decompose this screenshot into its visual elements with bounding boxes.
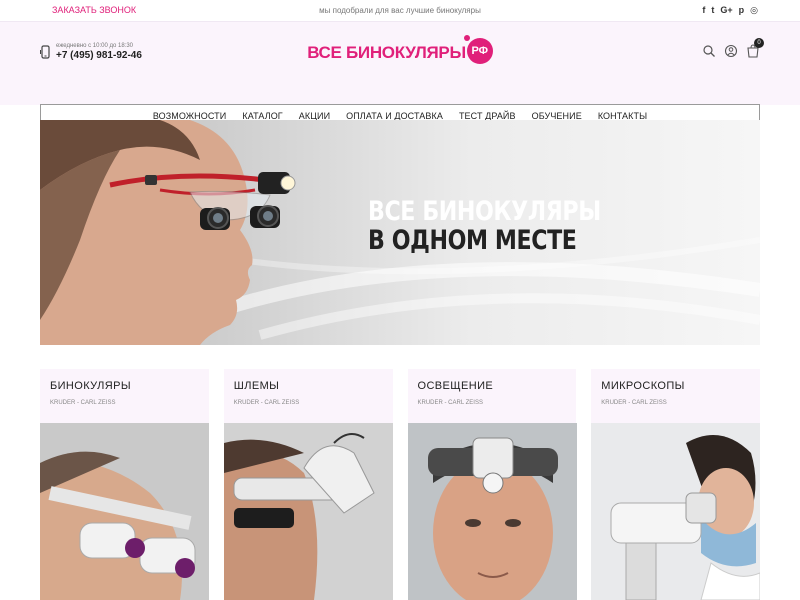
nav-item-payment-delivery[interactable]: ОПЛАТА И ДОСТАВКА bbox=[338, 111, 451, 121]
hero-line-2: В ОДНОМ МЕСТЕ bbox=[368, 225, 577, 256]
nav-item-promotions[interactable]: АКЦИИ bbox=[291, 111, 338, 121]
category-subtitle: KRUDER - CARL ZEISS bbox=[233, 400, 300, 406]
category-image bbox=[223, 423, 393, 600]
site-header: ежедневно с 10:00 до 18:30 +7 (495) 981-… bbox=[0, 22, 800, 127]
logo-rf-badge: РФ bbox=[466, 38, 493, 64]
tagline: мы подобрали для вас лучшие бинокуляры bbox=[319, 6, 481, 15]
user-icon[interactable] bbox=[724, 44, 738, 58]
logo-dot bbox=[463, 35, 470, 41]
category-subtitle: KRUDER - CARL ZEISS bbox=[50, 400, 116, 406]
category-grid: БИНОКУЛЯРЫ KRUDER - CARL ZEISS ШЛЕМЫ KRU… bbox=[40, 369, 761, 600]
search-icon[interactable] bbox=[702, 44, 716, 58]
category-card-lighting[interactable]: ОСВЕЩЕНИЕ KRUDER - CARL ZEISS bbox=[407, 369, 577, 600]
cart-count-badge: 0 bbox=[754, 38, 764, 48]
nav-item-features[interactable]: ВОЗМОЖНОСТИ bbox=[145, 111, 235, 121]
category-card-header: МИКРОСКОПЫ KRUDER - CARL ZEISS bbox=[591, 369, 760, 423]
top-bar: ЗАКАЗАТЬ ЗВОНОК мы подобрали для вас луч… bbox=[0, 0, 800, 22]
google-plus-icon[interactable]: G+ bbox=[720, 4, 732, 16]
category-card-microscopes[interactable]: МИКРОСКОПЫ KRUDER - CARL ZEISS bbox=[591, 369, 761, 600]
nav-item-training[interactable]: ОБУЧЕНИЕ bbox=[524, 111, 590, 121]
header-actions: 0 bbox=[702, 38, 764, 58]
logo-text: ВСЕ БИНОКУЛЯРЫ bbox=[307, 43, 466, 62]
instagram-icon[interactable]: ◎ bbox=[750, 4, 758, 16]
category-image bbox=[407, 423, 577, 600]
category-card-header: ОСВЕЩЕНИЕ KRUDER - CARL ZEISS bbox=[407, 369, 577, 423]
social-links: f t G+ p ◎ bbox=[702, 4, 758, 16]
nav-item-contacts[interactable]: КОНТАКТЫ bbox=[590, 111, 655, 121]
category-title: БИНОКУЛЯРЫ bbox=[50, 380, 132, 392]
category-card-header: БИНОКУЛЯРЫ KRUDER - CARL ZEISS bbox=[40, 369, 209, 423]
hero-banner[interactable]: ВСЕ БИНОКУЛЯРЫ В ОДНОМ МЕСТЕ bbox=[40, 120, 760, 345]
category-title: ОСВЕЩЕНИЕ bbox=[417, 380, 494, 392]
category-image bbox=[40, 423, 209, 600]
site-logo[interactable]: ВСЕ БИНОКУЛЯРЫ РФ bbox=[0, 35, 800, 66]
category-title: МИКРОСКОПЫ bbox=[601, 380, 685, 392]
hero-line-1: ВСЕ БИНОКУЛЯРЫ bbox=[368, 196, 601, 227]
twitter-icon[interactable]: t bbox=[711, 4, 714, 16]
category-card-binoculars[interactable]: БИНОКУЛЯРЫ KRUDER - CARL ZEISS bbox=[40, 369, 209, 600]
nav-item-test-drive[interactable]: ТЕСТ ДРАЙВ bbox=[451, 111, 524, 121]
category-card-header: ШЛЕМЫ KRUDER - CARL ZEISS bbox=[223, 369, 393, 423]
category-card-helmets[interactable]: ШЛЕМЫ KRUDER - CARL ZEISS bbox=[223, 369, 393, 600]
category-title: ШЛЕМЫ bbox=[233, 380, 280, 392]
category-image bbox=[591, 423, 761, 600]
category-subtitle: KRUDER - CARL ZEISS bbox=[601, 400, 667, 406]
category-subtitle: KRUDER - CARL ZEISS bbox=[417, 400, 483, 406]
nav-item-catalog[interactable]: КАТАЛОГ bbox=[234, 111, 290, 121]
pinterest-icon[interactable]: p bbox=[739, 4, 745, 16]
cart-button[interactable]: 0 bbox=[746, 38, 764, 58]
hero-headline: ВСЕ БИНОКУЛЯРЫ В ОДНОМ МЕСТЕ bbox=[368, 198, 652, 256]
facebook-icon[interactable]: f bbox=[702, 4, 705, 16]
